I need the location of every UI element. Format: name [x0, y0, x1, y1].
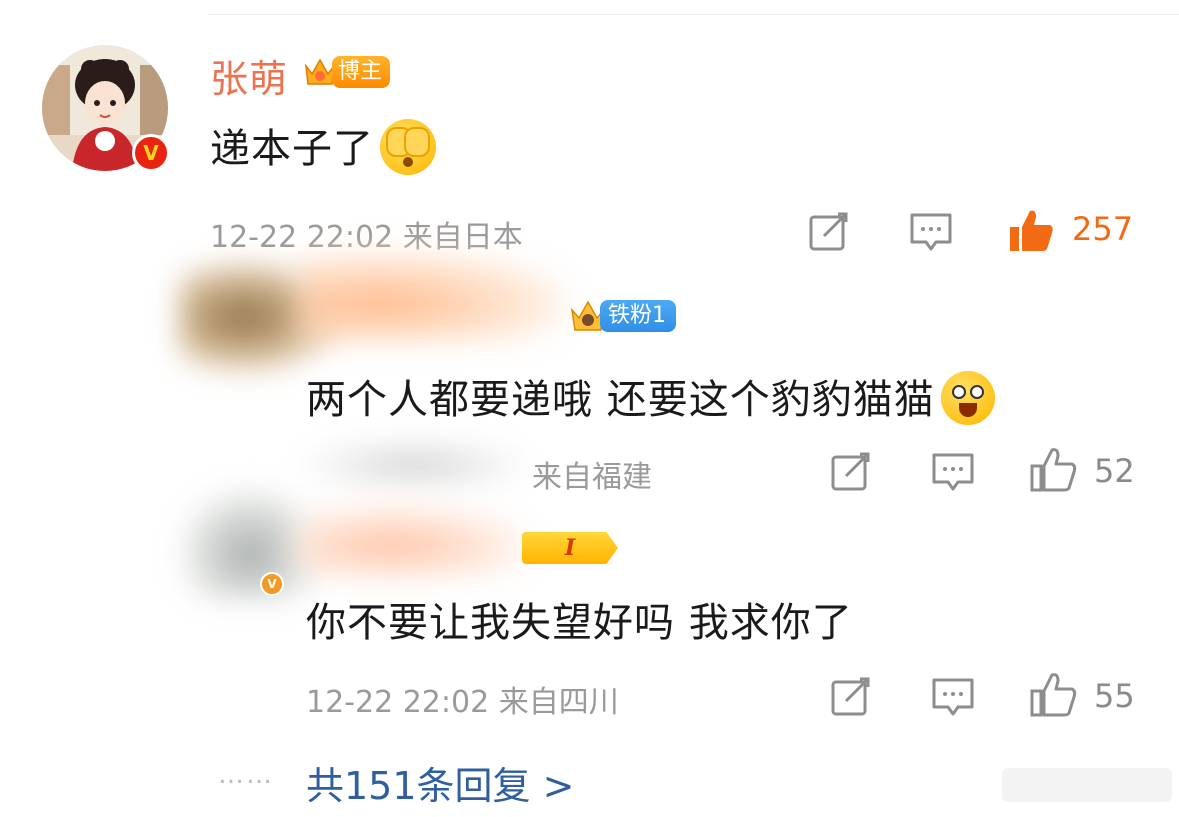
reply1-like-count: 52 — [1094, 452, 1135, 490]
reply1-body: 两个人都要递哦 还要这个豹豹猫猫 — [306, 377, 935, 423]
verified-v-icon: V — [260, 572, 284, 596]
main-like-count: 257 — [1072, 210, 1134, 248]
reply2-like-count: 55 — [1094, 677, 1135, 715]
comment-icon[interactable] — [908, 208, 954, 254]
reply1-date-blurred — [300, 440, 530, 490]
level-badge-label: I — [522, 532, 618, 564]
comment-icon[interactable] — [930, 673, 976, 719]
more-dots: …… — [218, 760, 274, 790]
blogger-badge[interactable]: 博主 — [302, 55, 391, 89]
main-comment-body: 递本子了 — [210, 126, 374, 172]
like-icon[interactable] — [1006, 205, 1056, 255]
like-icon[interactable] — [1028, 669, 1078, 719]
view-all-replies-link[interactable]: 共151条回复 > — [306, 755, 574, 810]
share-icon[interactable] — [828, 673, 874, 719]
share-icon[interactable] — [806, 208, 852, 254]
reply2-text: 你不要让我失望好吗 我求你了 — [306, 600, 853, 646]
excited-face-emoji-icon — [940, 371, 995, 425]
like-icon[interactable] — [1028, 444, 1078, 494]
reply1-text: 两个人都要递哦 还要这个豹豹猫猫 — [306, 367, 995, 425]
reply1-username-blurred[interactable] — [300, 250, 570, 340]
comment-icon[interactable] — [930, 448, 976, 494]
reply2-avatar-blurred[interactable] — [180, 488, 320, 598]
iron-fan-badge[interactable]: 铁粉1 — [568, 298, 676, 334]
reply1-location: 来自福建 — [532, 460, 652, 495]
main-comment-text: 递本子了 — [210, 116, 436, 175]
iron-fan-badge-label: 铁粉1 — [600, 300, 676, 332]
reply2-meta: 12-22 22:02 来自四川 — [306, 685, 619, 720]
watermark — [1002, 768, 1172, 802]
level-badge[interactable]: I — [522, 531, 618, 565]
reply2-username-blurred[interactable] — [300, 505, 530, 575]
cover-face-emoji-icon — [380, 119, 436, 175]
share-icon[interactable] — [828, 448, 874, 494]
top-divider — [208, 14, 1179, 15]
verified-v-icon: V — [132, 134, 170, 172]
main-username[interactable]: 张萌 — [210, 48, 288, 103]
blogger-badge-label: 博主 — [332, 56, 391, 88]
